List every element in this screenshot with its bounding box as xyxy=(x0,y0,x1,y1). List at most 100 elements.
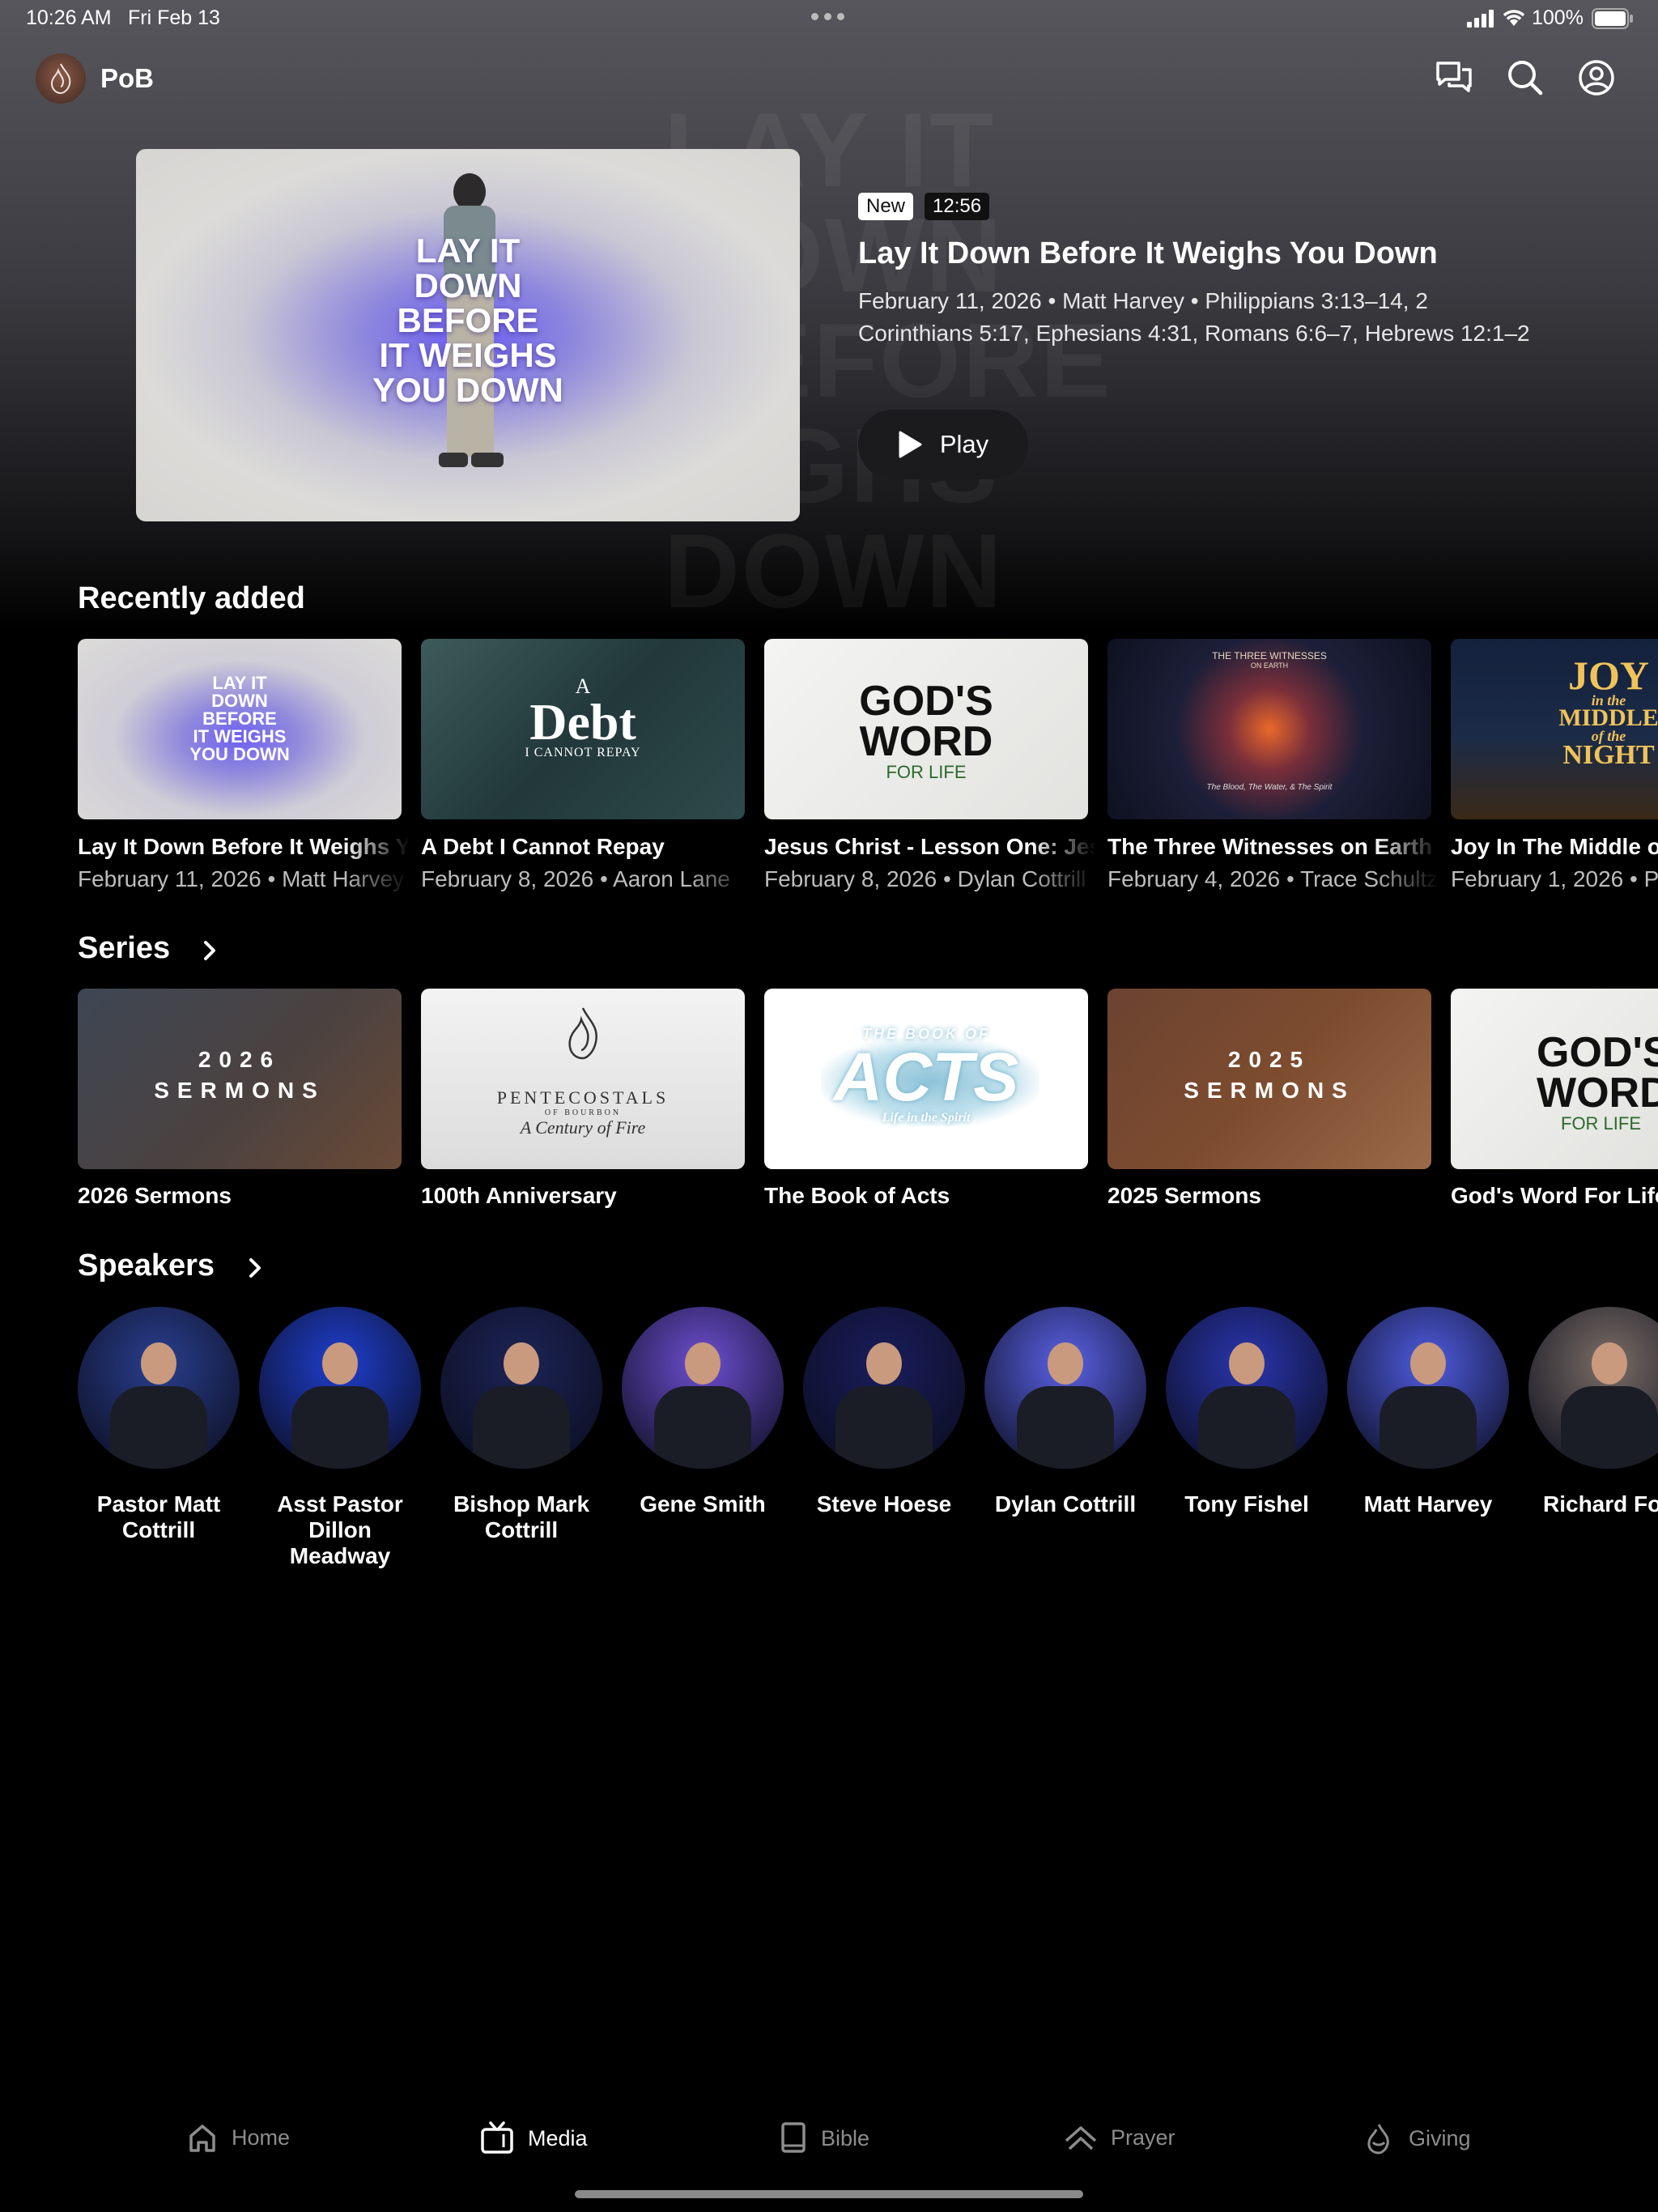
speaker-avatar xyxy=(1528,1307,1658,1469)
new-badge: New xyxy=(858,193,914,220)
speaker-item[interactable]: Tony Fishel xyxy=(1166,1307,1328,1517)
status-time: 10:26 AM xyxy=(26,6,112,29)
speaker-avatar xyxy=(440,1307,602,1469)
recent-item-title[interactable]: Jesus Christ - Lesson One: Jesus xyxy=(764,834,1096,860)
home-indicator[interactable] xyxy=(575,2190,1083,2198)
series-thumbnail[interactable]: PENTECOSTALS OF BOURBON A Century of Fir… xyxy=(421,989,745,1169)
chat-icon[interactable] xyxy=(1433,57,1475,99)
speaker-item[interactable]: Matt Harvey xyxy=(1347,1307,1509,1517)
speaker-item[interactable]: Pastor Matt Cottrill xyxy=(78,1307,240,1543)
recent-item-title[interactable]: A Debt I Cannot Repay xyxy=(421,834,753,860)
tab-giving[interactable]: Giving xyxy=(1362,2121,1471,2155)
series-item-title[interactable]: 2025 Sermons xyxy=(1107,1183,1439,1209)
speaker-avatar xyxy=(1166,1307,1328,1469)
series-thumbnail[interactable]: 2025 SERMONS xyxy=(1107,989,1431,1169)
chevron-right-icon[interactable] xyxy=(246,1257,264,1279)
tab-home[interactable]: Home xyxy=(186,2121,290,2154)
speaker-avatar xyxy=(1347,1307,1509,1469)
recent-thumbnail[interactable]: GOD'S WORD FOR LIFE xyxy=(764,639,1088,819)
speaker-avatar xyxy=(984,1307,1146,1469)
chevron-right-icon[interactable] xyxy=(201,939,219,962)
speaker-name: Steve Hoese xyxy=(816,1491,952,1516)
recent-item-title[interactable]: The Three Witnesses on Earth xyxy=(1107,834,1439,860)
tab-home-label: Home xyxy=(232,2125,291,2150)
battery-percent: 100% xyxy=(1532,6,1584,29)
recent-item-meta: February 8, 2026 • Aaron Lane xyxy=(421,866,730,891)
speaker-name: Tony Fishel xyxy=(1184,1491,1309,1516)
tv-icon xyxy=(481,2121,513,2154)
prayer-icon xyxy=(1065,2126,1097,2150)
wifi-icon xyxy=(1503,10,1525,26)
book-icon xyxy=(781,2122,806,2153)
series-thumb-title: PENTECOSTALS OF BOURBON A Century of Fir… xyxy=(496,1087,670,1138)
recently-added-heading: Recently added xyxy=(78,581,305,615)
speaker-name: Matt Harvey xyxy=(1363,1491,1493,1516)
giving-icon xyxy=(1367,2124,1389,2155)
tab-bible[interactable]: Bible xyxy=(779,2121,869,2155)
speaker-name: Bishop Mark Cottrill xyxy=(453,1491,590,1542)
app-name[interactable]: PoB xyxy=(100,63,154,94)
featured-thumbnail-title: LAY IT DOWN BEFORE IT WEIGHS YOU DOWN xyxy=(372,232,563,409)
recent-thumbnail[interactable]: A Debt I CANNOT REPAY xyxy=(421,639,745,819)
tab-media[interactable]: Media xyxy=(479,2121,588,2155)
tab-prayer-label: Prayer xyxy=(1111,2125,1175,2150)
featured-title[interactable]: Lay It Down Before It Weighs You Down xyxy=(858,236,1438,271)
recent-thumb-title: JOY in the MIDDLE of the NIGHT xyxy=(1558,653,1658,770)
play-label: Play xyxy=(939,430,989,458)
search-icon[interactable] xyxy=(1504,57,1546,99)
series-item-title[interactable]: 2026 Sermons xyxy=(78,1183,410,1209)
signal-icon xyxy=(1467,10,1494,28)
series-heading[interactable]: Series xyxy=(78,931,170,966)
series-thumb-title: THE BOOK OF ACTS Life in the Spirit xyxy=(833,1026,1019,1125)
tab-prayer[interactable]: Prayer xyxy=(1064,2121,1175,2154)
series-thumbnail[interactable]: GOD'S WORD FOR LIFE xyxy=(1451,989,1658,1169)
tab-giving-label: Giving xyxy=(1409,2125,1471,2150)
speaker-item[interactable]: Asst Pastor Dillon Meadway xyxy=(259,1307,421,1569)
play-button[interactable]: Play xyxy=(858,410,1028,479)
speaker-item[interactable]: Steve Hoese xyxy=(803,1307,965,1517)
flame-logo-icon xyxy=(568,1007,597,1060)
recent-thumb-title: GOD'S WORD FOR LIFE xyxy=(859,678,993,782)
series-item-title[interactable]: God's Word For Life xyxy=(1451,1183,1658,1209)
recent-thumb-title: A Debt I CANNOT REPAY xyxy=(525,674,641,759)
speaker-item[interactable]: Gene Smith xyxy=(622,1307,784,1517)
speaker-item[interactable]: Dylan Cottrill xyxy=(984,1307,1146,1517)
multitasking-dots[interactable] xyxy=(811,13,844,20)
speaker-item[interactable]: Bishop Mark Cottrill xyxy=(440,1307,602,1543)
recent-item-title[interactable]: Joy In The Middle of the Night xyxy=(1451,834,1658,860)
featured-meta: February 11, 2026 • Matt Harvey • Philip… xyxy=(858,288,1530,346)
speaker-name: Pastor Matt Cottrill xyxy=(96,1491,221,1542)
home-icon xyxy=(189,2125,215,2152)
series-thumbnail[interactable]: 2026 SERMONS xyxy=(78,989,402,1169)
speaker-avatar xyxy=(622,1307,784,1469)
speaker-item[interactable]: Richard Fo xyxy=(1528,1307,1658,1517)
recent-item-title[interactable]: Lay It Down Before It Weighs You Down xyxy=(78,834,410,860)
featured-badges: New 12:56 xyxy=(858,193,990,220)
series-thumb-title: 2025 SERMONS xyxy=(1184,1047,1355,1103)
play-icon xyxy=(899,431,922,458)
tab-media-label: Media xyxy=(528,2125,588,2150)
recent-thumb-subtitle: The Blood, The Water, & The Spirit xyxy=(1206,783,1333,792)
recent-thumbnail[interactable]: JOY in the MIDDLE of the NIGHT xyxy=(1451,639,1658,819)
recent-item-meta: February 4, 2026 • Trace Schultz xyxy=(1107,866,1439,891)
tab-bible-label: Bible xyxy=(821,2125,870,2150)
duration-badge: 12:56 xyxy=(925,193,990,220)
account-icon[interactable] xyxy=(1575,57,1618,99)
recent-item-meta: February 11, 2026 • Matt Harvey xyxy=(78,866,405,891)
speakers-heading[interactable]: Speakers xyxy=(78,1249,215,1283)
series-thumb-title: 2026 SERMONS xyxy=(154,1047,325,1103)
series-item-title[interactable]: The Book of Acts xyxy=(764,1183,1096,1209)
recent-thumbnail[interactable]: THE THREE WITNESSES ON EARTH The Blood, … xyxy=(1107,639,1431,819)
speaker-avatar xyxy=(78,1307,240,1469)
featured-thumbnail[interactable]: LAY IT DOWN BEFORE IT WEIGHS YOU DOWN xyxy=(136,149,800,521)
speaker-avatar xyxy=(803,1307,965,1469)
status-date: Fri Feb 13 xyxy=(128,6,220,29)
series-thumb-title: GOD'S WORD FOR LIFE xyxy=(1537,1029,1658,1134)
speaker-name: Dylan Cottrill xyxy=(994,1491,1137,1516)
battery-icon xyxy=(1592,8,1633,29)
series-thumbnail[interactable]: THE BOOK OF ACTS Life in the Spirit xyxy=(764,989,1088,1169)
series-item-title[interactable]: 100th Anniversary xyxy=(421,1183,753,1209)
recent-thumbnail[interactable]: LAY IT DOWN BEFORE IT WEIGHS YOU DOWN xyxy=(78,639,402,819)
recent-item-meta: February 1, 2026 • Pastor xyxy=(1451,866,1658,891)
app-logo-avatar[interactable] xyxy=(36,53,86,104)
